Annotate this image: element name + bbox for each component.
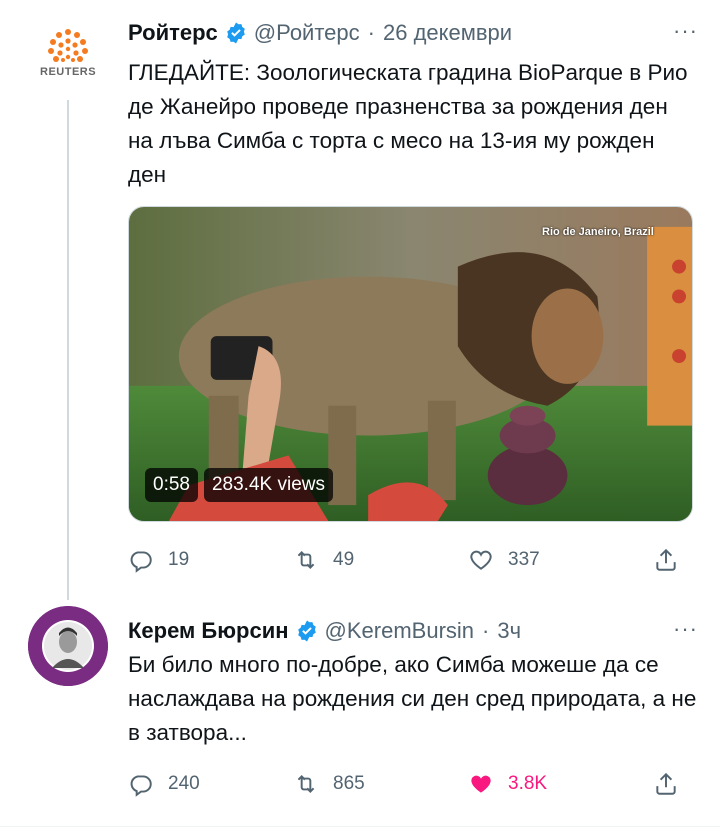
like-count: 337 [508, 549, 540, 570]
like-button[interactable]: 3.8K [468, 771, 653, 797]
thread-connector [67, 100, 69, 600]
tweet2-separator: · [482, 618, 490, 643]
tweet2-handle[interactable]: @KeremBursin [325, 618, 475, 644]
retweet-button[interactable]: 865 [293, 771, 468, 797]
retweet-count: 49 [333, 549, 355, 570]
like-icon [471, 775, 491, 793]
video-duration: 0:58 [145, 468, 198, 502]
like-count: 3.8K [508, 773, 548, 794]
retweet-icon [297, 551, 315, 569]
like-button[interactable]: 337 [468, 547, 653, 573]
share-icon [656, 772, 676, 795]
video-badge: 0:58 283.4K views [145, 468, 333, 502]
tweet2-time[interactable]: 3ч [497, 618, 521, 644]
like-icon [470, 550, 492, 570]
divider [0, 826, 720, 827]
reply-icon [130, 775, 152, 797]
tweet1-display-name[interactable]: Ройтерс [128, 20, 218, 46]
tweet1-text: ГЛЕДАЙТЕ: Зоологическата градина BioParq… [128, 60, 688, 187]
tweet1-separator: · [367, 20, 375, 45]
tweet1-header: Ройтерс @Ройтерс · 26 декември ··· [128, 18, 698, 48]
tweet1-handle[interactable]: @Ройтерс [254, 20, 360, 46]
reply-count: 240 [168, 773, 200, 794]
verified-icon [297, 620, 316, 642]
reply-count: 19 [168, 549, 190, 570]
more-icon[interactable]: ··· [673, 616, 698, 642]
reply-icon [130, 551, 152, 573]
verified-icon [226, 22, 245, 44]
share-button[interactable] [653, 547, 679, 573]
tweet2-header: Керем Бюрсин @KeremBursin · 3ч ··· [128, 616, 698, 646]
retweet-icon [297, 775, 315, 793]
tweet1-date[interactable]: 26 декември [383, 20, 512, 46]
reply-button[interactable]: 19 [128, 547, 293, 573]
tweet1-actions: 19 49 337 [128, 542, 698, 578]
tweet2-display-name[interactable]: Керем Бюрсин [128, 618, 289, 644]
kerem-avatar[interactable] [28, 606, 108, 686]
reply-button[interactable]: 240 [128, 771, 293, 797]
tweet2-actions: 240 865 3.8K [128, 766, 698, 802]
video-views: 283.4K views [203, 468, 333, 502]
video-location-label: Rio de Janeiro, Brazil [542, 226, 654, 238]
share-button[interactable] [653, 771, 679, 797]
more-icon[interactable]: ··· [673, 18, 698, 44]
reuters-wordmark: REUTERS [40, 66, 97, 78]
tweet2-text: Би било много по-добре, ако Симба можеше… [128, 652, 697, 745]
share-icon [656, 548, 676, 571]
retweet-count: 865 [333, 773, 365, 794]
retweet-button[interactable]: 49 [293, 547, 468, 573]
